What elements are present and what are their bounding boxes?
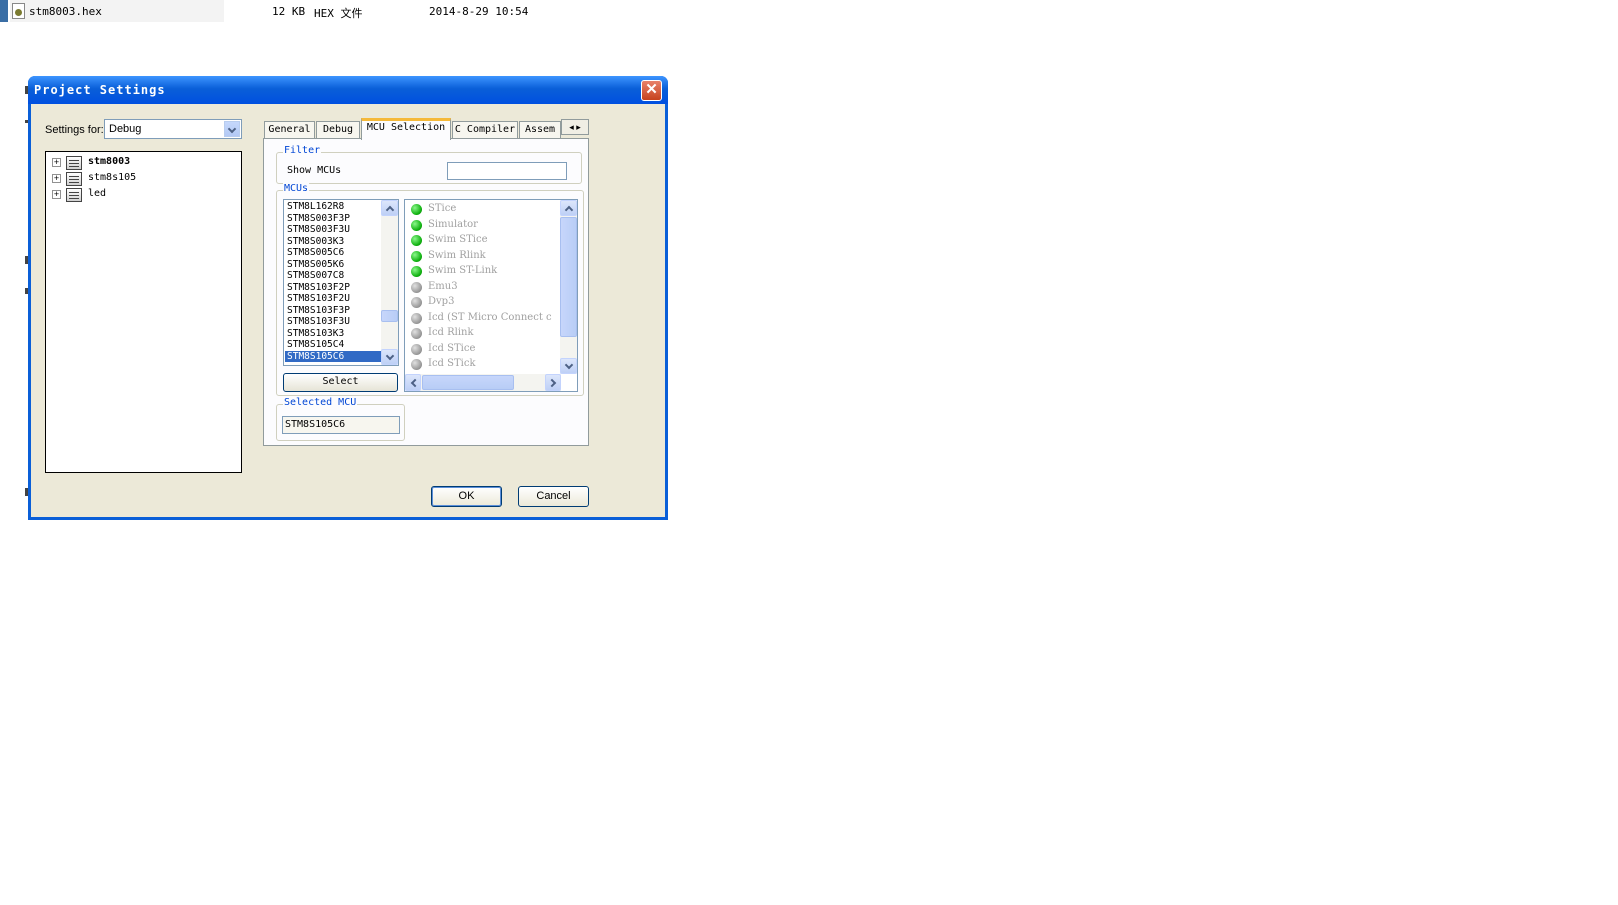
mcus-group: MCUs STM8L162R8 STM8S003F3P STM8S003F3U …	[276, 183, 584, 396]
debug-tool-list[interactable]: STice Simulator Swim STice Swim Rlink Sw…	[404, 199, 578, 392]
status-gray-icon	[411, 343, 422, 355]
tab-c-compiler[interactable]: C Compiler	[452, 121, 518, 139]
mcu-list-scrollbar[interactable]	[381, 200, 398, 365]
mcu-item[interactable]: STM8S005K6	[285, 259, 383, 270]
selected-mcu-title: Selected MCU	[283, 397, 358, 408]
dialog-title: Project Settings	[34, 83, 166, 97]
selected-mcu-group: Selected MCU STM8S105C6	[276, 397, 405, 441]
mcu-item[interactable]: STM8S003F3P	[285, 213, 383, 224]
status-gray-icon	[411, 328, 422, 339]
settings-for-value: Debug	[109, 123, 142, 135]
scroll-thumb[interactable]	[381, 310, 398, 322]
expand-icon[interactable]: +	[52, 190, 61, 199]
mcu-item[interactable]: STM8S103F2U	[285, 293, 383, 304]
tab-assembler[interactable]: Assem	[519, 121, 561, 139]
project-icon	[66, 172, 82, 186]
project-icon	[66, 188, 82, 202]
file-modified: 2014-8-29 10:54	[429, 5, 529, 18]
scroll-up-icon[interactable]	[560, 200, 577, 216]
mcu-item-selected[interactable]: STM8S105C6	[285, 350, 383, 362]
debug-tool-label: Simulator	[428, 218, 478, 230]
status-gray-icon	[411, 312, 422, 324]
debug-tool-label: Emu3	[428, 280, 458, 292]
debug-list-hscrollbar[interactable]	[405, 374, 561, 391]
debug-tool-label: Dvp3	[428, 296, 455, 307]
status-green-icon	[411, 250, 422, 262]
scroll-down-icon[interactable]	[381, 349, 398, 365]
tab-general[interactable]: General	[264, 121, 315, 139]
dialog-title-bar[interactable]: Project Settings ✕	[28, 76, 668, 104]
debug-tool-label: Swim Rlink	[428, 249, 486, 261]
dialog-client-area: Settings for: Debug + stm8003 + stm8s105…	[31, 104, 665, 517]
scroll-down-icon[interactable]	[560, 358, 577, 374]
file-row[interactable]: stm8003.hex 12 KB HEX 文件 2014-8-29 10:54	[0, 0, 560, 22]
mcu-item[interactable]: STM8S103F2P	[285, 282, 383, 293]
debug-list-vscrollbar[interactable]	[560, 200, 577, 374]
tree-item-label: led	[88, 188, 107, 199]
mcu-item[interactable]: STM8S003K3	[285, 236, 383, 247]
tab-debug[interactable]: Debug	[316, 121, 360, 139]
project-settings-dialog: Project Settings ✕ Settings for: Debug +…	[28, 76, 668, 520]
status-gray-icon	[411, 281, 422, 293]
select-button[interactable]: Select	[283, 373, 398, 392]
mcus-group-title: MCUs	[283, 183, 310, 194]
settings-for-dropdown[interactable]: Debug	[104, 119, 242, 139]
debug-tool-label: Swim ST-Link	[428, 265, 498, 276]
debug-tool-label: STice	[428, 203, 457, 214]
scroll-up-icon[interactable]	[381, 200, 398, 216]
hex-file-icon	[12, 3, 25, 19]
expand-icon[interactable]: +	[52, 174, 61, 183]
debug-tool-label: Icd Rlink	[428, 327, 474, 338]
status-green-icon	[411, 266, 422, 277]
status-green-icon	[411, 204, 422, 215]
close-icon: ✕	[645, 81, 658, 98]
mcu-item[interactable]: STM8S103F3P	[285, 305, 383, 316]
ok-button[interactable]: OK	[431, 486, 502, 507]
expand-icon[interactable]: +	[52, 158, 61, 167]
show-mcus-input[interactable]	[447, 162, 567, 180]
scroll-right-icon[interactable]	[545, 374, 561, 391]
chevron-down-icon[interactable]	[224, 121, 240, 137]
status-gray-icon	[411, 297, 422, 308]
show-mcus-label: Show MCUs	[287, 165, 342, 176]
mcu-item[interactable]: STM8S105C4	[285, 339, 383, 350]
file-size: 12 KB	[272, 5, 306, 18]
selected-mcu-field: STM8S105C6	[282, 416, 400, 434]
scroll-thumb[interactable]	[422, 375, 514, 390]
mcu-item[interactable]: STM8S103K3	[285, 328, 383, 339]
filter-group: Filter Show MCUs	[276, 145, 582, 184]
debug-tool-label: Icd STick	[428, 358, 476, 369]
file-type: HEX 文件	[314, 7, 363, 20]
debug-tool-label: Icd (ST Micro Connect c	[428, 311, 552, 323]
file-name: stm8003.hex	[29, 5, 102, 18]
tree-item-label: stm8s105	[88, 172, 137, 183]
mcu-item[interactable]: STM8S005C6	[285, 247, 383, 258]
mcu-item[interactable]: STM8S007C8	[285, 270, 383, 281]
close-button[interactable]: ✕	[641, 80, 662, 101]
settings-for-label: Settings for:	[45, 124, 104, 136]
scroll-thumb[interactable]	[560, 217, 577, 337]
status-green-icon	[411, 219, 422, 231]
mcu-item[interactable]: STM8L162R8	[285, 201, 383, 212]
filter-group-title: Filter	[283, 145, 322, 156]
tree-item-label: stm8003	[88, 156, 131, 167]
tab-scroll-arrows[interactable]: ◂ ▸	[561, 119, 589, 135]
status-gray-icon	[411, 359, 422, 370]
tab-mcu-selection[interactable]: MCU Selection	[361, 118, 451, 140]
mcu-list[interactable]: STM8L162R8 STM8S003F3P STM8S003F3U STM8S…	[283, 199, 399, 366]
scroll-left-icon[interactable]	[405, 374, 421, 391]
tab-scroll-icon: ◂ ▸	[569, 122, 581, 132]
project-tree[interactable]: + stm8003 + stm8s105 + led	[45, 151, 242, 473]
cancel-button[interactable]: Cancel	[518, 486, 589, 507]
debug-tool-label: Icd STice	[428, 342, 476, 354]
debug-tool-label: Swim STice	[428, 234, 488, 245]
mcu-item[interactable]: STM8S003F3U	[285, 224, 383, 235]
mcu-selection-panel: Filter Show MCUs MCUs STM8L162R8 STM8S00…	[263, 138, 589, 446]
mcu-item[interactable]: STM8S103F3U	[285, 316, 383, 327]
project-icon	[66, 156, 82, 170]
row-selection-marker	[0, 0, 8, 22]
status-green-icon	[411, 235, 422, 246]
